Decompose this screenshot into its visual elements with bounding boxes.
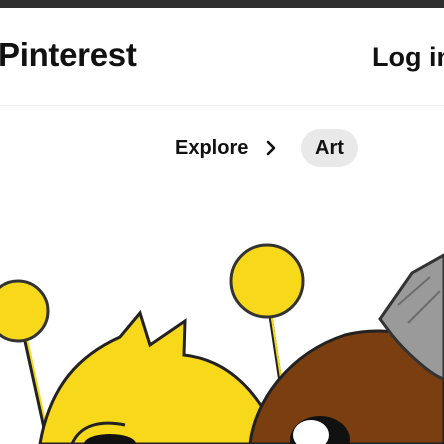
browser-top-strip — [0, 0, 444, 8]
breadcrumb-art-pill[interactable]: Art — [301, 129, 358, 167]
pin-image-cartoon[interactable] — [0, 185, 444, 444]
chevron-right-icon — [266, 140, 276, 156]
breadcrumb-explore-link[interactable]: Explore — [175, 138, 248, 158]
breadcrumb: Explore Art — [0, 128, 444, 168]
pinterest-logo-text[interactable]: Pinterest — [0, 38, 137, 71]
login-button[interactable]: Log in — [372, 44, 444, 71]
breadcrumb-art-label: Art — [315, 137, 344, 159]
site-header: Pinterest Log in — [0, 8, 444, 106]
